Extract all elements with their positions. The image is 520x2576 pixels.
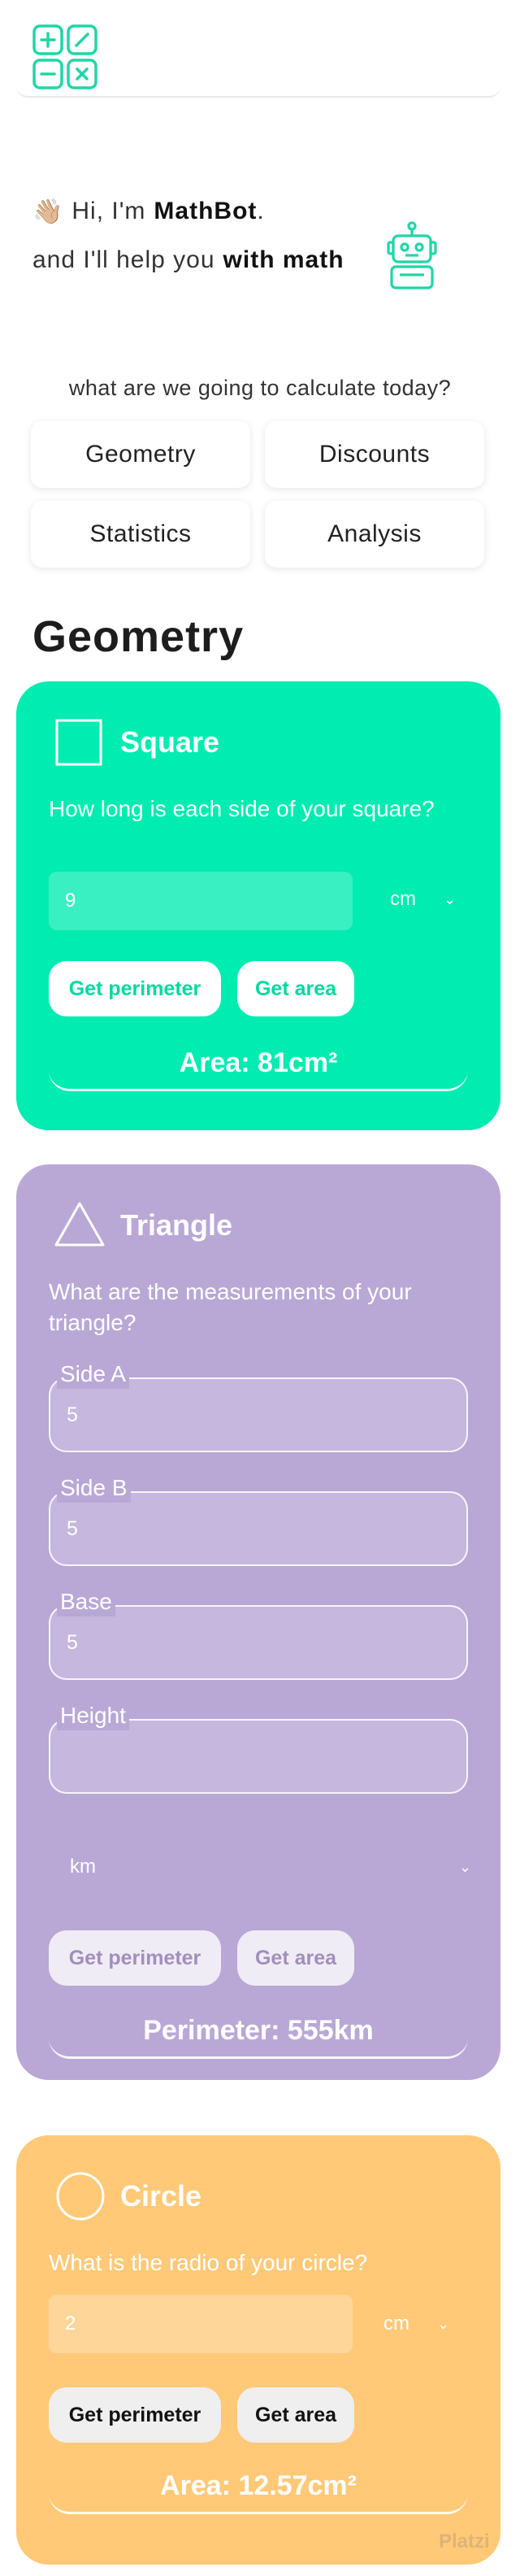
square-unit-select[interactable]: cm ⌄: [390, 883, 456, 916]
circle-unit-value: cm: [384, 2313, 410, 2334]
triangle-unit-value: km: [70, 1856, 96, 1878]
square-icon: [55, 719, 102, 766]
square-card: Square How long is each side of your squ…: [16, 681, 500, 1130]
side-b-label: Side B: [57, 1473, 131, 1503]
circle-unit-select[interactable]: cm ⌄: [384, 2308, 449, 2340]
circle-question: What is the radio of your circle?: [49, 2250, 368, 2275]
section-title: Geometry: [32, 612, 245, 661]
calculator-logo-icon[interactable]: [31, 23, 99, 91]
height-field[interactable]: Height: [49, 1701, 468, 1794]
base-field[interactable]: Base 5: [49, 1587, 468, 1680]
circle-result: Area: 12.57cm²: [49, 2470, 468, 2514]
square-result: Area: 81cm²: [49, 1047, 468, 1091]
base-value: 5: [67, 1631, 78, 1654]
square-question: How long is each side of your square?: [49, 796, 435, 821]
square-perimeter-button[interactable]: Get perimeter: [49, 961, 221, 1016]
triangle-area-button[interactable]: Get area: [237, 1930, 354, 1986]
circle-perimeter-button[interactable]: Get perimeter: [49, 2387, 221, 2443]
circle-card: Circle What is the radio of your circle?…: [16, 2135, 500, 2565]
triangle-question: What are the measurements of your triang…: [49, 1279, 412, 1335]
triangle-card: Triangle What are the measurements of yo…: [16, 1164, 500, 2080]
topic-button-geometry[interactable]: Geometry: [31, 421, 250, 488]
wave-icon: 👋🏼: [32, 198, 64, 225]
chevron-down-icon: ⌄: [437, 2315, 450, 2332]
help-prefix: and I'll help you: [32, 246, 215, 273]
triangle-icon: [54, 1202, 105, 1247]
side-a-field[interactable]: Side A 5: [49, 1360, 468, 1452]
help-emphasis: with math: [223, 246, 344, 273]
side-a-value: 5: [67, 1403, 78, 1426]
intro: 👋🏼 Hi, I'm MathBot. and I'll help you with…: [32, 192, 488, 289]
square-area-button[interactable]: Get area: [237, 961, 354, 1016]
triangle-perimeter-button[interactable]: Get perimeter: [49, 1930, 221, 1986]
square-side-input[interactable]: 9: [49, 872, 353, 930]
header: [16, 0, 500, 98]
calculation-question: what are we going to calculate today?: [68, 376, 452, 400]
base-label: Base: [57, 1587, 115, 1617]
platzi-watermark: Platzi: [439, 2530, 490, 2552]
topic-button-discounts[interactable]: Discounts: [265, 421, 484, 488]
circle-icon: [56, 2172, 105, 2221]
circle-title: Circle: [120, 2179, 202, 2213]
triangle-unit-select[interactable]: km ⌄: [70, 1851, 471, 1883]
side-a-label: Side A: [57, 1360, 129, 1389]
square-unit-value: cm: [390, 888, 416, 910]
topic-button-analysis[interactable]: Analysis: [265, 501, 484, 568]
side-b-field[interactable]: Side B 5: [49, 1473, 468, 1566]
circle-area-button[interactable]: Get area: [237, 2387, 354, 2443]
triangle-result: Perimeter: 555km: [49, 2015, 468, 2059]
greeting-suffix: .: [257, 198, 265, 224]
chevron-down-icon: ⌄: [444, 890, 457, 907]
robot-icon: [387, 221, 437, 289]
bot-name: MathBot: [154, 198, 258, 224]
circle-radius-input[interactable]: 2: [49, 2295, 353, 2353]
greeting-prefix: Hi, I'm: [72, 198, 146, 224]
chevron-down-icon: ⌄: [458, 1858, 471, 1875]
side-b-value: 5: [67, 1517, 78, 1540]
topic-button-statistics[interactable]: Statistics: [31, 501, 250, 568]
height-label: Height: [57, 1701, 129, 1730]
triangle-title: Triangle: [120, 1208, 233, 1242]
square-title: Square: [120, 725, 220, 759]
